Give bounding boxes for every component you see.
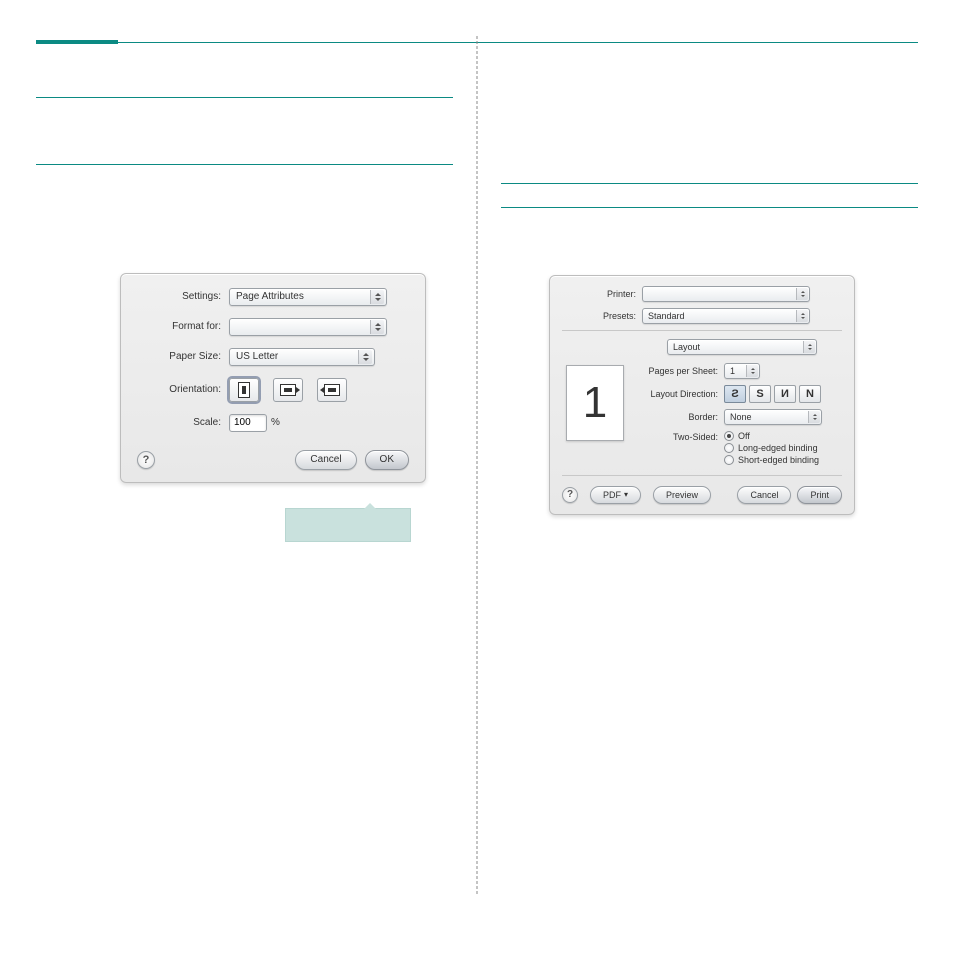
printer-popup[interactable] <box>642 286 810 302</box>
left-body-2: Ut enim ad minim veniam, quis nostrud ex… <box>36 171 453 257</box>
presets-label: Presets: <box>562 311 642 321</box>
orientation-label: Orientation: <box>137 384 229 395</box>
pane-popup[interactable]: Layout <box>667 339 817 355</box>
two-sided-option-long[interactable]: Long-edged binding <box>724 443 819 453</box>
popup-stepper-icon <box>796 310 808 322</box>
pages-per-sheet-label: Pages per Sheet: <box>636 366 724 376</box>
right-body-1: Lorem ipsum dolor sit amet, consectetur … <box>501 214 918 251</box>
paper-size-label: Paper Size: <box>137 351 229 362</box>
pdf-button[interactable]: PDF▾ <box>590 486 641 504</box>
help-button[interactable]: ? <box>562 487 578 503</box>
radio-icon <box>724 431 734 441</box>
preview-button[interactable]: Preview <box>653 486 711 504</box>
settings-popup[interactable]: Page Attributes <box>229 288 387 306</box>
cancel-button[interactable]: Cancel <box>295 450 356 470</box>
paper-size-value: US Letter <box>236 351 278 362</box>
popup-stepper-icon <box>808 411 820 423</box>
format-for-label: Format for: <box>137 321 229 332</box>
paper-size-popup[interactable]: US Letter <box>229 348 375 366</box>
border-popup[interactable]: None <box>724 409 822 425</box>
layout-direction-3-button[interactable]: И <box>774 385 796 403</box>
popup-stepper-icon <box>796 288 808 300</box>
two-sided-label: Two-Sided: <box>636 431 724 442</box>
layout-direction-label: Layout Direction: <box>636 389 724 399</box>
orientation-landscape-left-button[interactable] <box>317 378 347 402</box>
page-setup-dialog: Settings: Page Attributes Format for: Pa… <box>120 273 426 483</box>
print-button[interactable]: Print <box>797 486 842 504</box>
presets-value: Standard <box>648 311 685 321</box>
two-sided-option-long-text: Long-edged binding <box>738 443 818 453</box>
two-sided-option-off-text: Off <box>738 431 750 441</box>
divider-line <box>562 330 842 331</box>
settings-popup-value: Page Attributes <box>236 291 304 302</box>
orientation-portrait-button[interactable] <box>229 378 259 402</box>
callout-highlight <box>285 508 411 542</box>
print-dialog: Printer: Presets: Standard Layout <box>549 275 855 515</box>
radio-icon <box>724 455 734 465</box>
format-for-popup[interactable] <box>229 318 387 336</box>
left-body-1: Lorem ipsum dolor sit amet, consectetur … <box>36 104 453 129</box>
layout-direction-1-button[interactable]: Ƨ <box>724 385 746 403</box>
scale-input[interactable] <box>229 414 267 432</box>
pages-per-sheet-value: 1 <box>730 366 735 376</box>
settings-label: Settings: <box>137 291 229 302</box>
scale-label: Scale: <box>137 417 229 428</box>
left-section-heading-1 <box>36 86 453 98</box>
layout-direction-4-button[interactable]: N <box>799 385 821 403</box>
chevron-down-icon: ▾ <box>624 490 628 499</box>
printer-label: Printer: <box>562 289 642 299</box>
left-section-heading-2 <box>36 153 453 165</box>
orientation-landscape-right-button[interactable] <box>273 378 303 402</box>
popup-stepper-icon <box>370 320 384 334</box>
ok-button[interactable]: OK <box>365 450 409 470</box>
two-sided-option-short-text: Short-edged binding <box>738 455 819 465</box>
popup-stepper-icon <box>803 341 815 353</box>
right-section-heading-1 <box>501 172 918 184</box>
layout-preview: 1 <box>566 365 624 441</box>
pane-value: Layout <box>673 342 700 352</box>
popup-stepper-icon <box>746 365 758 377</box>
presets-popup[interactable]: Standard <box>642 308 810 324</box>
two-sided-option-off[interactable]: Off <box>724 431 819 441</box>
popup-stepper-icon <box>370 290 384 304</box>
border-label: Border: <box>636 412 724 422</box>
help-button[interactable]: ? <box>137 451 155 469</box>
divider-line <box>562 475 842 476</box>
radio-icon <box>724 443 734 453</box>
cancel-button[interactable]: Cancel <box>737 486 791 504</box>
popup-stepper-icon <box>358 350 372 364</box>
layout-direction-2-button[interactable]: S <box>749 385 771 403</box>
right-section-heading-2 <box>501 196 918 208</box>
two-sided-option-short[interactable]: Short-edged binding <box>724 455 819 465</box>
scale-suffix: % <box>271 417 280 428</box>
pdf-button-label: PDF <box>603 490 621 500</box>
pages-per-sheet-popup[interactable]: 1 <box>724 363 760 379</box>
border-value: None <box>730 412 752 422</box>
